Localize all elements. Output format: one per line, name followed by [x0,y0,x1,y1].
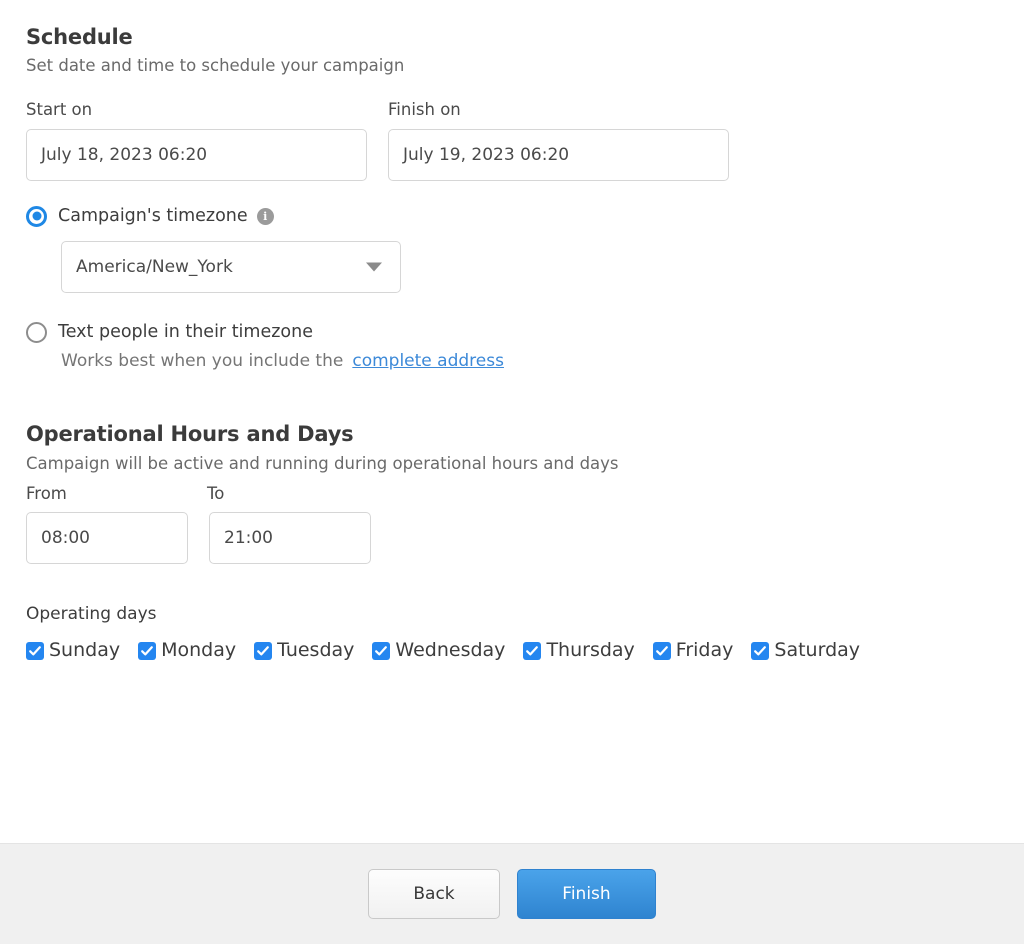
start-on-input[interactable]: July 18, 2023 06:20 [26,128,367,181]
day-label: Sunday [49,639,121,662]
complete-address-link[interactable]: complete address [352,351,504,371]
timezone-select-value: America/New_York [76,256,233,277]
check-icon[interactable] [751,641,770,660]
day-checkbox-saturday[interactable]: Saturday [751,641,860,660]
check-icon[interactable] [138,641,157,660]
finish-button[interactable]: Finish [517,869,656,919]
start-on-label: Start on [26,99,93,119]
form-body: Schedule Set date and time to schedule y… [0,0,1024,843]
operational-hours-subtitle: Campaign will be active and running duri… [26,454,619,474]
finish-on-input[interactable]: July 19, 2023 06:20 [388,128,729,181]
day-checkbox-thursday[interactable]: Thursday [523,639,635,662]
day-label: Wednesday [395,639,506,662]
campaign-timezone-option[interactable]: Campaign's timezone i [26,205,998,227]
helper-text: Works best when you include the [61,350,344,371]
operating-days-label: Operating days [26,604,157,625]
day-checkbox-tuesday[interactable]: Tuesday [254,641,354,660]
schedule-subtitle: Set date and time to schedule your campa… [26,56,405,76]
chevron-down-icon [366,262,382,272]
operational-hours-title: Operational Hours and Days [26,422,354,447]
finish-on-field-group: Finish on July 19, 2023 06:20 [388,100,729,181]
check-icon[interactable] [26,641,44,660]
timezone-select[interactable]: America/New_York [61,240,401,293]
day-label: Monday [161,639,237,662]
day-checkbox-monday[interactable]: Monday [138,641,236,660]
day-checkbox-friday[interactable]: Friday [652,639,734,662]
day-label: Thursday [546,639,635,662]
operating-days-row: Sunday Monday Tuesday Wednesday Thursday [26,641,998,660]
day-checkbox-sunday[interactable]: Sunday [26,641,120,660]
to-time-input[interactable]: 21:00 [209,512,371,565]
radio-campaign-timezone[interactable] [26,205,47,227]
info-icon[interactable]: i [256,207,274,225]
from-time-input[interactable]: 08:00 [26,512,188,565]
timezone-helper-text: Works best when you include the complete … [61,350,998,371]
from-to-inputs-row: 08:00 21:00 [26,512,998,565]
schedule-wizard-page: Schedule Set date and time to schedule y… [0,0,1024,944]
wizard-footer: Back Finish [0,843,1024,944]
check-icon[interactable] [372,641,391,660]
finish-on-label: Finish on [388,99,461,119]
date-fields-row: Start on July 18, 2023 06:20 Finish on J… [26,100,998,181]
people-timezone-label: Text people in their timezone [58,321,313,342]
schedule-section: Schedule Set date and time to schedule y… [26,25,998,181]
day-label: Saturday [774,639,861,662]
check-icon[interactable] [254,641,273,660]
timezone-radio-group: Campaign's timezone i America/New_York T… [26,205,998,371]
page-title: Schedule [26,25,133,49]
from-label: From [26,484,67,504]
campaign-timezone-label: Campaign's timezone [58,205,248,226]
check-icon[interactable] [652,641,671,660]
back-button[interactable]: Back [368,869,500,919]
day-label: Tuesday [277,639,355,662]
people-timezone-option[interactable]: Text people in their timezone [26,321,998,343]
start-on-field-group: Start on July 18, 2023 06:20 [26,100,367,181]
check-icon[interactable] [523,641,542,660]
operational-hours-section: Operational Hours and Days Campaign will… [26,423,998,660]
to-label: To [207,484,225,504]
day-checkbox-wednesday[interactable]: Wednesday [372,641,505,660]
radio-people-timezone[interactable] [26,321,47,343]
day-label: Friday [675,639,734,662]
from-to-labels-row: From To [26,484,998,504]
